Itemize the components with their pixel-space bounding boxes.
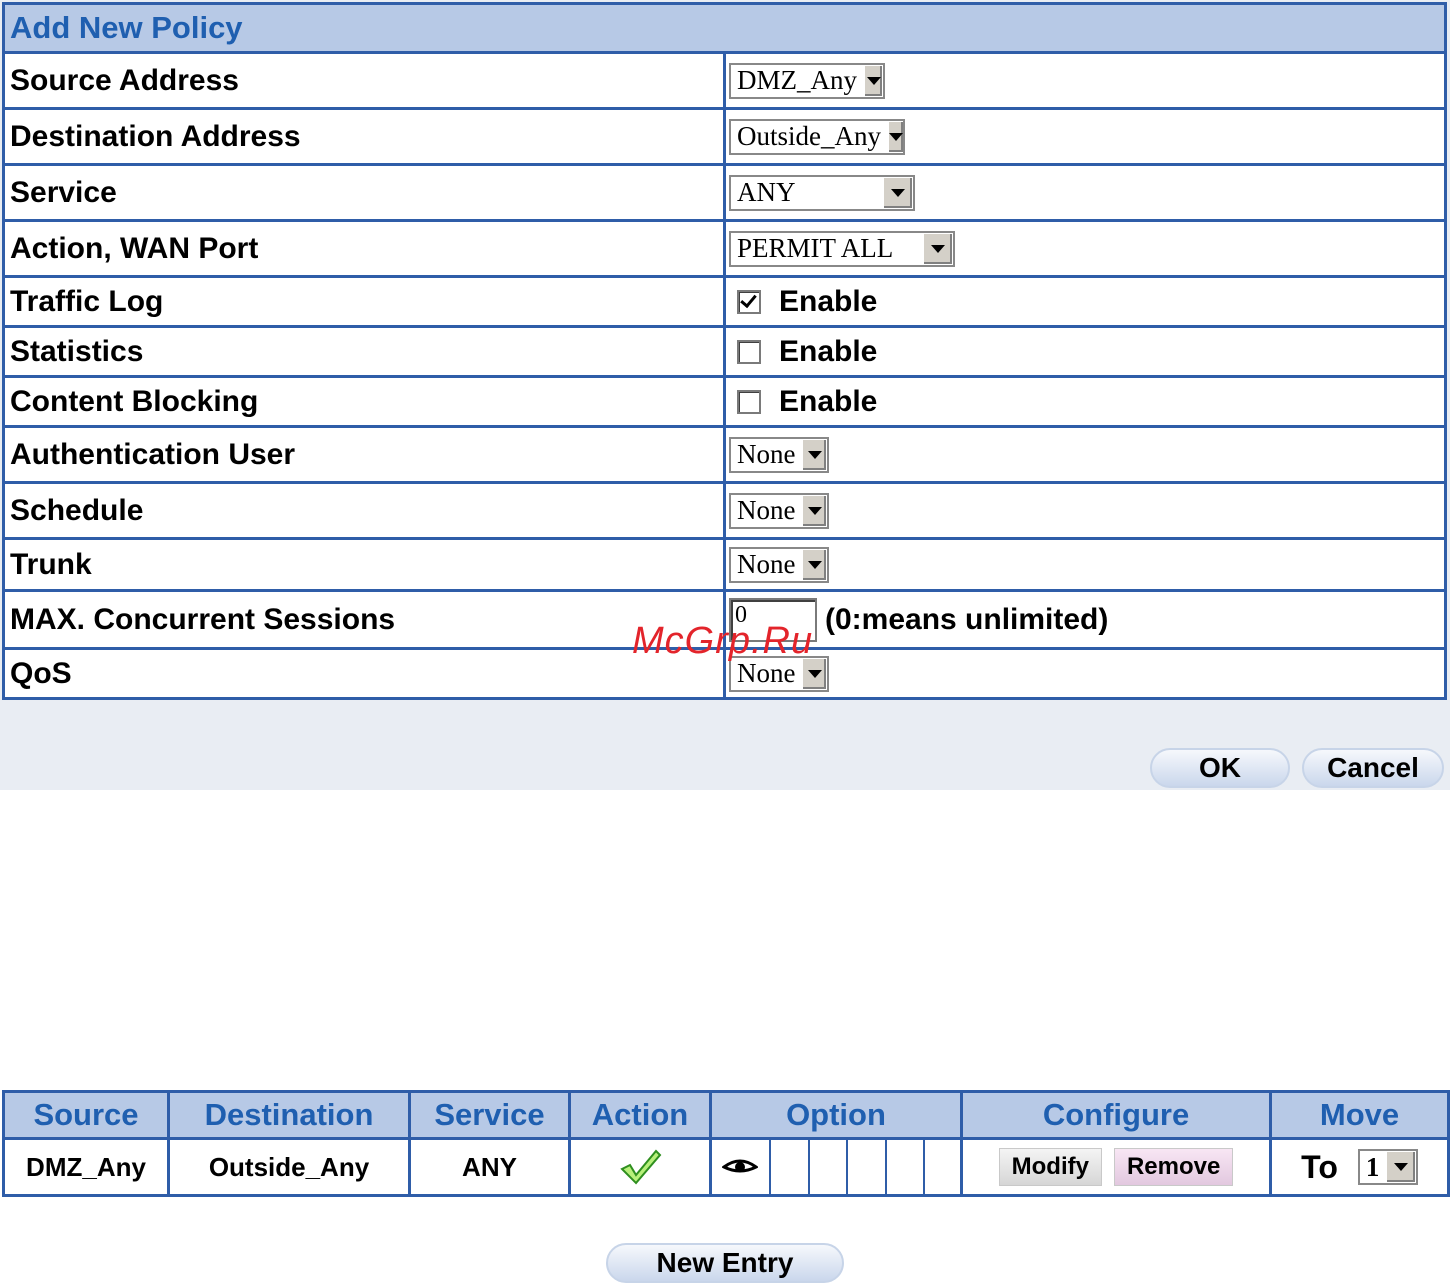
qos-label: QoS [2, 647, 726, 700]
source-address-label: Source Address [2, 51, 726, 110]
action-select[interactable]: PERMIT ALL [729, 230, 955, 267]
move-to-label: To [1301, 1148, 1338, 1185]
statistics-label: Statistics [2, 325, 726, 378]
chevron-down-icon[interactable] [882, 177, 912, 208]
option-cell [925, 1140, 960, 1194]
option-cell [848, 1140, 887, 1194]
traffic-log-enable-label: Enable [779, 285, 878, 319]
action-wan-port-label: Action, WAN Port [2, 219, 726, 278]
col-destination: Destination [167, 1090, 411, 1140]
col-move: Move [1269, 1090, 1450, 1140]
schedule-label: Schedule [2, 481, 726, 540]
new-entry-button[interactable]: New Entry [606, 1243, 844, 1283]
col-action: Action [568, 1090, 712, 1140]
statistics-checkbox[interactable] [737, 340, 761, 365]
authentication-user-select[interactable]: None [729, 436, 829, 473]
option-cell [771, 1140, 810, 1194]
destination-address-label: Destination Address [2, 107, 726, 166]
content-blocking-checkbox[interactable] [737, 390, 761, 415]
col-option: Option [709, 1090, 963, 1140]
col-source: Source [2, 1090, 170, 1140]
remove-button[interactable]: Remove [1113, 1148, 1234, 1186]
trunk-label: Trunk [2, 537, 726, 592]
source-address-select[interactable]: DMZ_Any [729, 62, 885, 99]
watermark-text: McGrp.Ru [632, 620, 814, 662]
move-to-select[interactable]: 1 [1357, 1149, 1418, 1185]
row-option [709, 1137, 963, 1197]
form-title: Add New Policy [2, 2, 1447, 54]
statistics-enable-label: Enable [779, 335, 878, 369]
row-configure: Modify Remove [960, 1137, 1272, 1197]
option-cell [887, 1140, 925, 1194]
row-service: ANY [408, 1137, 571, 1197]
table-header-row: Source Destination Service Action Option… [2, 1090, 1450, 1140]
col-configure: Configure [960, 1090, 1272, 1140]
trunk-select[interactable]: None [729, 546, 829, 583]
traffic-log-label: Traffic Log [2, 275, 726, 328]
row-action [568, 1137, 712, 1197]
chevron-down-icon[interactable] [887, 121, 903, 152]
destination-address-select[interactable]: Outside_Any [729, 118, 905, 155]
policy-form-table: Add New Policy Source Address DMZ_Any De… [2, 2, 1447, 700]
max-concurrent-sessions-label: MAX. Concurrent Sessions [2, 589, 726, 650]
chevron-down-icon[interactable] [801, 549, 826, 580]
chevron-down-icon[interactable] [1385, 1152, 1415, 1182]
table-row: DMZ_Any Outside_Any ANY Modify Remove To… [2, 1137, 1450, 1197]
row-move: To 1 [1269, 1137, 1450, 1197]
content-blocking-enable-label: Enable [779, 385, 878, 419]
traffic-log-checkbox[interactable] [737, 290, 761, 315]
policy-list-table: Source Destination Service Action Option… [2, 1090, 1450, 1197]
add-policy-panel: Add New Policy Source Address DMZ_Any De… [0, 0, 1450, 790]
modify-button[interactable]: Modify [998, 1148, 1102, 1186]
row-destination: Outside_Any [167, 1137, 411, 1197]
authentication-user-label: Authentication User [2, 425, 726, 484]
eye-icon[interactable] [722, 1157, 759, 1177]
max-sessions-hint: (0:means unlimited) [825, 602, 1109, 636]
check-icon [620, 1149, 662, 1185]
chevron-down-icon[interactable] [801, 495, 826, 526]
chevron-down-icon[interactable] [922, 233, 952, 264]
col-service: Service [408, 1090, 571, 1140]
chevron-down-icon[interactable] [801, 439, 826, 470]
row-source: DMZ_Any [2, 1137, 170, 1197]
option-cell [810, 1140, 848, 1194]
chevron-down-icon[interactable] [801, 658, 826, 689]
schedule-select[interactable]: None [729, 492, 829, 529]
chevron-down-icon[interactable] [863, 65, 882, 96]
ok-button[interactable]: OK [1150, 748, 1290, 788]
cancel-button[interactable]: Cancel [1302, 748, 1444, 788]
service-select[interactable]: ANY [729, 174, 915, 211]
service-label: Service [2, 163, 726, 222]
content-blocking-label: Content Blocking [2, 375, 726, 428]
